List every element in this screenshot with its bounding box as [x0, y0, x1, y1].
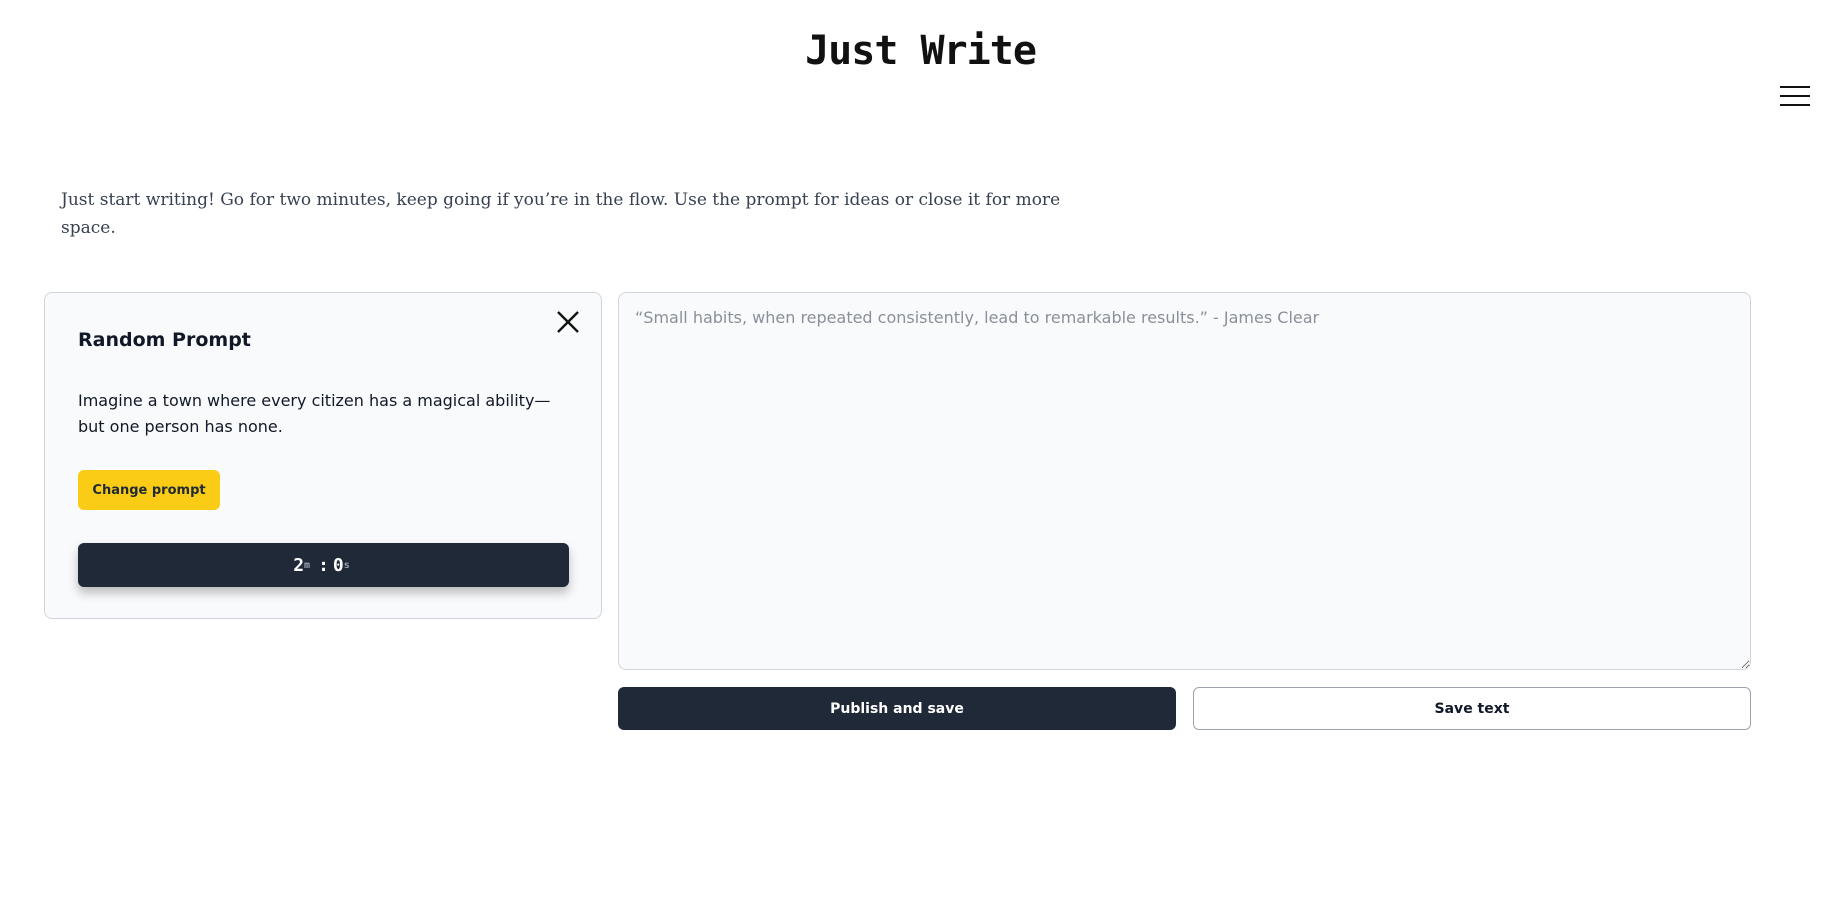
timer-separator: :: [318, 554, 329, 576]
hamburger-menu-icon-line: [1780, 95, 1810, 97]
prompt-heading: Random Prompt: [78, 329, 251, 351]
save-text-button[interactable]: Save text: [1193, 687, 1751, 730]
prompt-card: Random Prompt Imagine a town where every…: [44, 292, 602, 619]
timer-display: 2 m : 0 s: [78, 543, 569, 587]
hamburger-menu-icon-line: [1780, 104, 1810, 106]
timer-minutes-unit: m: [304, 559, 311, 571]
timer-seconds-unit: s: [343, 559, 350, 571]
app-title: Just Write: [805, 28, 1037, 74]
close-icon: [557, 311, 579, 333]
hamburger-menu-button[interactable]: [1780, 86, 1812, 110]
close-prompt-button[interactable]: [555, 309, 581, 335]
timer-seconds: 0: [332, 554, 344, 576]
publish-and-save-button[interactable]: Publish and save: [618, 687, 1176, 730]
writing-textarea[interactable]: [618, 292, 1751, 670]
prompt-text: Imagine a town where every citizen has a…: [78, 391, 551, 436]
change-prompt-button[interactable]: Change prompt: [78, 470, 220, 510]
intro-text: Just start writing! Go for two minutes, …: [61, 190, 1061, 238]
hamburger-menu-icon: [1780, 86, 1810, 88]
timer-minutes: 2: [293, 554, 305, 576]
